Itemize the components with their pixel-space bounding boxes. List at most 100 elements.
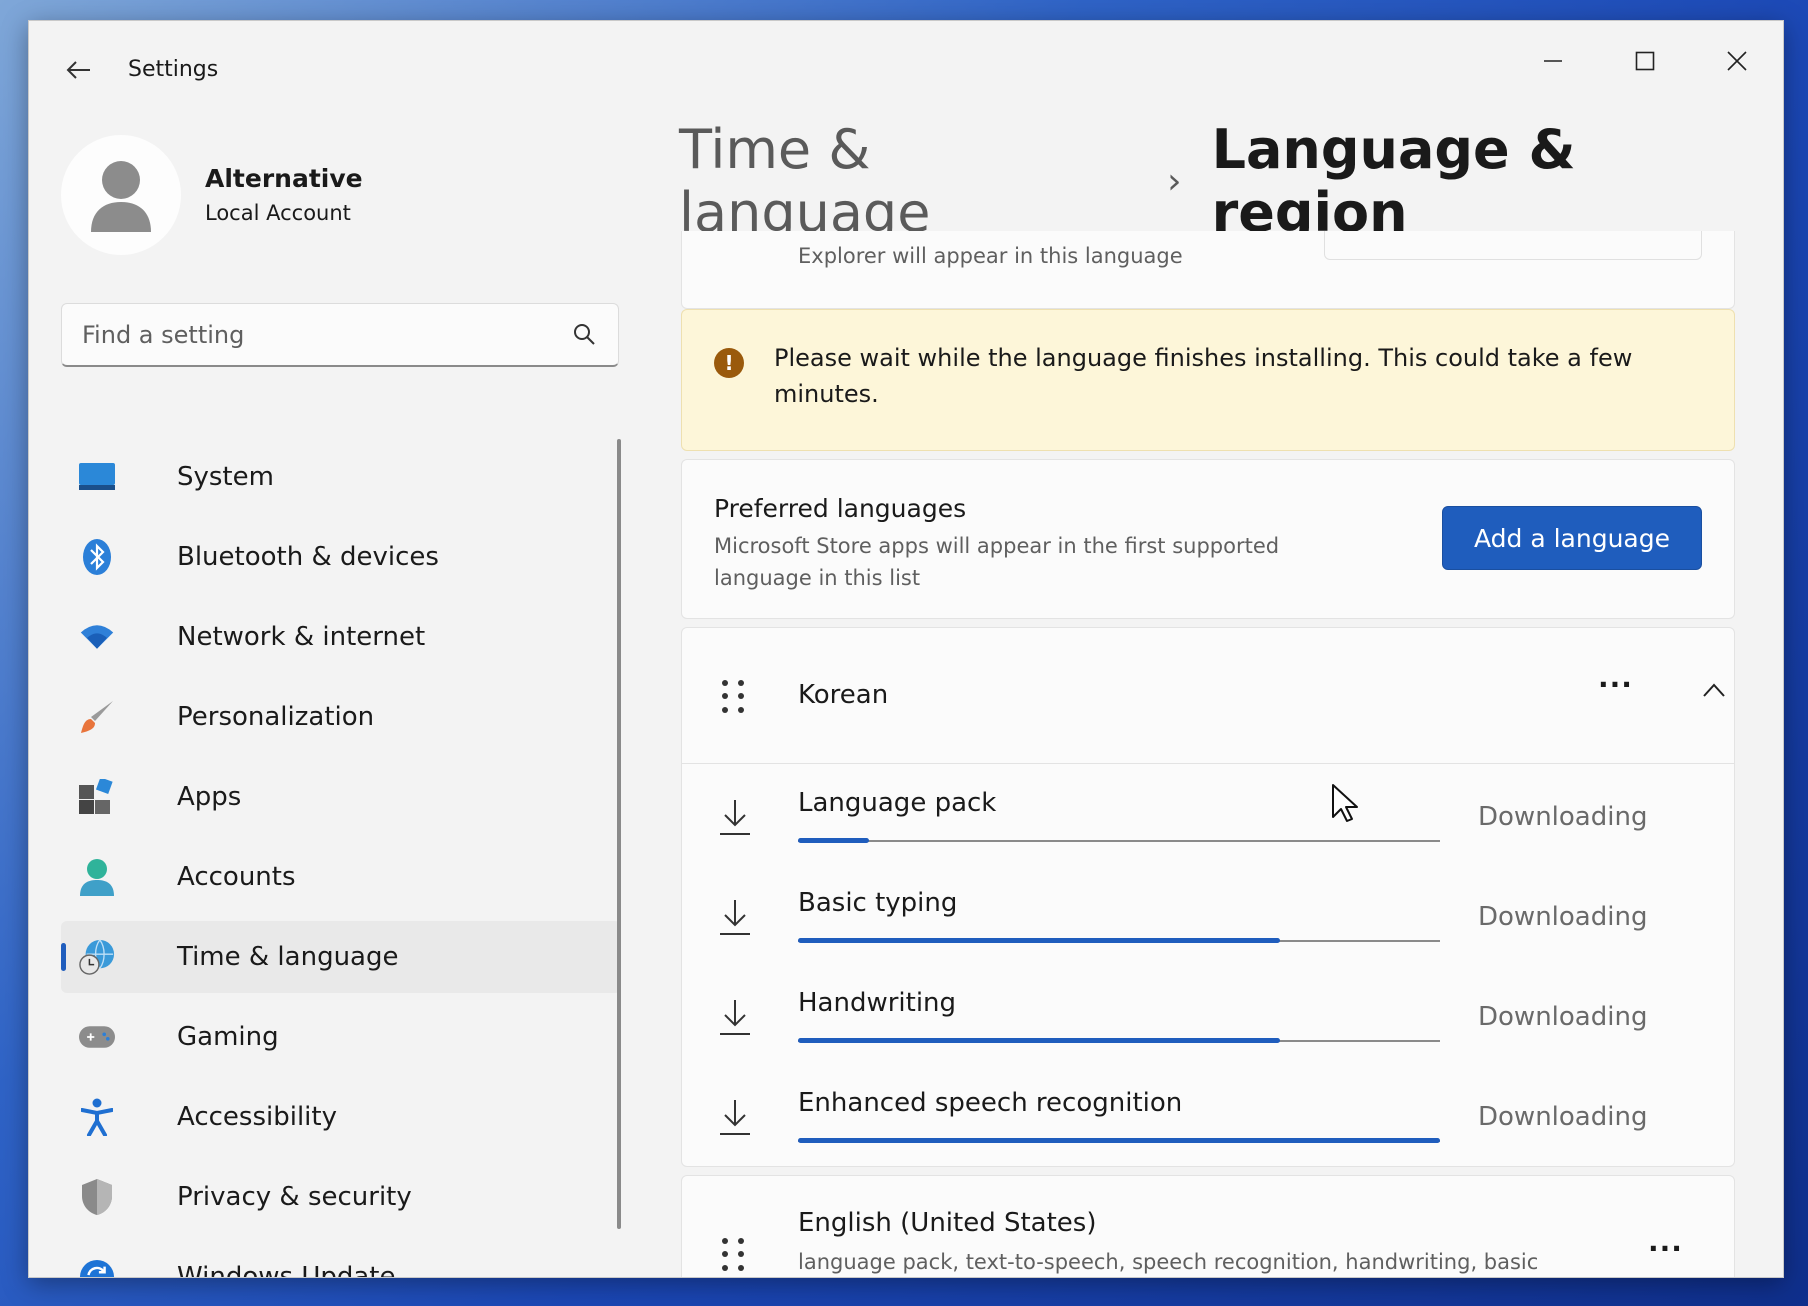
language-card-korean: Korean ··· Language pack Downloading Bas… — [681, 627, 1735, 1167]
preferred-languages-description: Microsoft Store apps will appear in the … — [714, 534, 1280, 590]
windows-display-language-card: Explorer will appear in this language — [681, 231, 1735, 309]
install-warning-banner: ! Please wait while the language finishe… — [681, 309, 1735, 451]
close-button[interactable] — [1691, 33, 1783, 89]
sidebar-item-label: Network & internet — [177, 622, 426, 652]
download-label: Basic typing — [798, 888, 958, 918]
accounts-icon — [79, 859, 115, 896]
sidebar-item-label: Privacy & security — [177, 1182, 412, 1212]
add-language-button[interactable]: Add a language — [1442, 506, 1702, 570]
user-avatar-icon — [91, 161, 151, 232]
page-title: Language & region — [1211, 118, 1576, 244]
preferred-languages-card: Preferred languages Microsoft Store apps… — [681, 459, 1735, 619]
language-name: English (United States) — [798, 1208, 1097, 1238]
more-options-button[interactable]: ··· — [1598, 668, 1633, 701]
minimize-icon — [1544, 60, 1562, 62]
update-icon — [79, 1259, 115, 1277]
sidebar-item-label: Bluetooth & devices — [177, 542, 439, 572]
download-row: Basic typing Downloading — [682, 868, 1734, 968]
download-progress-fill — [798, 838, 869, 843]
warning-text: Please wait while the language finishes … — [774, 344, 1633, 408]
download-progress-bar — [798, 1038, 1440, 1043]
settings-window: Settings Alternative Local Account Syste… — [28, 20, 1784, 1278]
search-icon[interactable] — [572, 322, 596, 346]
sidebar-item-bluetooth[interactable]: Bluetooth & devices — [61, 521, 621, 593]
download-progress-fill — [798, 1038, 1280, 1043]
wifi-icon — [79, 619, 115, 655]
drag-handle-icon[interactable] — [722, 1238, 746, 1272]
search-input[interactable] — [82, 318, 552, 352]
app-title: Settings — [128, 57, 219, 82]
minimize-button[interactable] — [1507, 33, 1599, 89]
sidebar-item-label: System — [177, 462, 274, 492]
sidebar-nav: System Bluetooth & devices Network & int… — [61, 441, 621, 1278]
close-icon — [1727, 51, 1747, 71]
sidebar-item-system[interactable]: System — [61, 441, 621, 513]
download-progress-fill — [798, 938, 1280, 943]
shield-icon — [79, 1179, 115, 1215]
sidebar-item-network[interactable]: Network & internet — [61, 601, 621, 673]
warning-icon: ! — [714, 348, 744, 378]
globe-clock-icon — [79, 939, 115, 975]
breadcrumb-parent[interactable]: Time & language — [679, 118, 1133, 244]
back-button[interactable] — [59, 51, 97, 89]
display-language-dropdown[interactable] — [1324, 231, 1702, 260]
sidebar-scrollbar[interactable] — [617, 439, 621, 1229]
more-options-button[interactable]: ··· — [1648, 1232, 1683, 1265]
maximize-icon — [1635, 51, 1655, 71]
sidebar-item-label: Apps — [177, 782, 242, 812]
download-progress-bar — [798, 1138, 1440, 1143]
sidebar-item-apps[interactable]: Apps — [61, 761, 621, 833]
sidebar-item-accessibility[interactable]: Accessibility — [61, 1081, 621, 1153]
download-icon — [720, 1100, 750, 1135]
avatar[interactable] — [61, 135, 181, 255]
apps-icon — [79, 779, 115, 815]
sidebar-item-windows-update[interactable]: Windows Update — [61, 1241, 621, 1278]
back-arrow-icon — [66, 61, 90, 79]
sidebar-item-accounts[interactable]: Accounts — [61, 841, 621, 913]
sidebar-item-label: Time & language — [177, 942, 399, 972]
drag-handle-icon[interactable] — [722, 680, 746, 714]
chevron-up-icon[interactable] — [1702, 682, 1726, 698]
chevron-right-icon: › — [1167, 160, 1182, 202]
sidebar-item-label: Accessibility — [177, 1102, 337, 1132]
accessibility-icon — [79, 1098, 115, 1136]
download-label: Handwriting — [798, 988, 957, 1018]
download-label: Enhanced speech recognition — [798, 1088, 1183, 1118]
sidebar-item-label: Personalization — [177, 702, 375, 732]
download-row: Language pack Downloading — [682, 768, 1734, 868]
download-icon — [720, 800, 750, 835]
language-header[interactable]: Korean ··· — [682, 628, 1734, 764]
download-status: Downloading — [1478, 802, 1648, 832]
language-features: language pack, text-to-speech, speech re… — [798, 1250, 1539, 1274]
language-card-english[interactable]: English (United States) language pack, t… — [681, 1175, 1735, 1277]
download-icon — [720, 900, 750, 935]
breadcrumb: Time & language › Language & region — [679, 118, 1783, 244]
sidebar-item-personalization[interactable]: Personalization — [61, 681, 621, 753]
download-status: Downloading — [1478, 1102, 1648, 1132]
download-progress-fill — [798, 1138, 1440, 1143]
download-progress-bar — [798, 838, 1440, 843]
download-status: Downloading — [1478, 1002, 1648, 1032]
download-progress-bar — [798, 938, 1440, 943]
download-status: Downloading — [1478, 902, 1648, 932]
sidebar-item-gaming[interactable]: Gaming — [61, 1001, 621, 1073]
preferred-languages-title: Preferred languages — [714, 494, 967, 523]
sidebar-item-label: Windows Update — [177, 1262, 396, 1278]
user-name: Alternative — [205, 164, 363, 193]
language-name: Korean — [798, 680, 889, 710]
sidebar-item-label: Gaming — [177, 1022, 279, 1052]
search-box[interactable] — [61, 303, 619, 367]
display-language-description: Explorer will appear in this language — [798, 244, 1183, 268]
sidebar-item-privacy[interactable]: Privacy & security — [61, 1161, 621, 1233]
content-area: Explorer will appear in this language ! … — [681, 231, 1739, 1277]
download-label: Language pack — [798, 788, 997, 818]
mouse-cursor-icon — [1332, 784, 1358, 822]
download-row: Handwriting Downloading — [682, 968, 1734, 1068]
brush-icon — [79, 699, 115, 735]
system-icon — [79, 459, 115, 495]
account-type: Local Account — [205, 201, 351, 225]
gamepad-icon — [79, 1019, 115, 1055]
maximize-button[interactable] — [1599, 33, 1691, 89]
bluetooth-icon — [79, 539, 115, 575]
sidebar-item-time-language[interactable]: Time & language — [61, 921, 621, 993]
